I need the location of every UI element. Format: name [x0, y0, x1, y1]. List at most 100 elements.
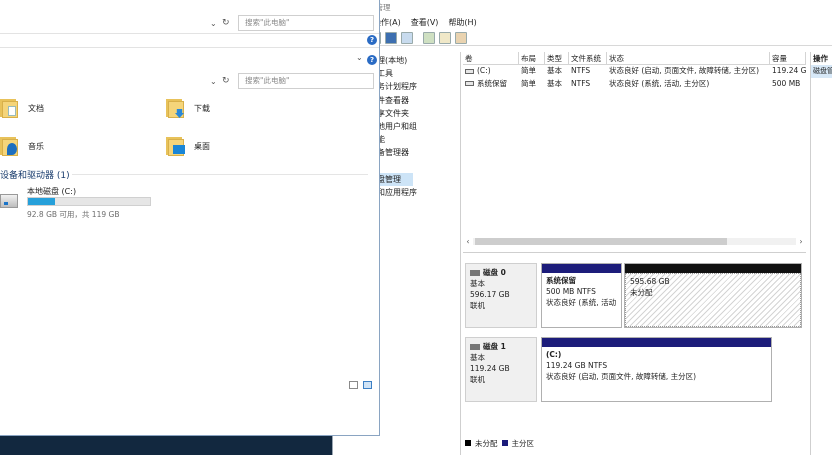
actions-header: 操作	[813, 54, 828, 63]
tree-item-storage[interactable]	[377, 160, 460, 173]
folder-label: 下载	[194, 103, 210, 113]
volume-icon	[465, 68, 474, 74]
explorer-address-row-2: ⌄ ↻ 搜索"此电脑"	[0, 71, 379, 91]
computer-management-window: 计算机管理 操作(A) 查看(V) 帮助(H) 理(本地) 工具 务计划程序 件…	[332, 0, 832, 455]
volume-filesystem: NTFS	[571, 66, 591, 75]
volume-filesystem: NTFS	[571, 78, 591, 88]
edit-toolbar-icon[interactable]	[423, 31, 435, 44]
volume-row[interactable]: 系统保留 简单 基本 NTFS 状态良好 (系统, 活动, 主分区) 500 M…	[463, 78, 806, 91]
volume-horizontal-scrollbar[interactable]: ‹ ›	[463, 236, 806, 246]
drive-usage-bar	[27, 197, 151, 206]
refresh-icon[interactable]: ↻	[222, 18, 230, 28]
search-input[interactable]: 搜索"此电脑"	[238, 15, 374, 31]
folder-desktop[interactable]: 桌面	[166, 135, 210, 157]
col-status[interactable]: 状态	[607, 52, 770, 64]
folder-music[interactable]: 音乐	[0, 135, 44, 157]
actions-disk-management[interactable]: 磁盘管	[811, 65, 832, 78]
tree-item-system-tools[interactable]: 工具	[377, 67, 460, 80]
volume-row[interactable]: (C:) 简单 基本 NTFS 状态良好 (启动, 页面文件, 故障转储, 主分…	[463, 65, 806, 78]
drive-name: 本地磁盘 (C:)	[27, 187, 77, 196]
partition-status: 状态良好 (启动, 页面文件, 故障转储, 主分区)	[546, 372, 697, 381]
disk-graphical-view: 磁盘 0 基本 596.17 GB 联机 系统保留 500 MB NTFS 状态…	[463, 252, 806, 440]
col-type[interactable]: 类型	[545, 52, 569, 64]
partition-c-drive[interactable]: (C:) 119.24 GB NTFS 状态良好 (启动, 页面文件, 故障转储…	[541, 337, 772, 402]
tree-item-event-viewer[interactable]: 件查看器	[377, 94, 460, 107]
cm-toolbar	[333, 30, 832, 46]
chevron-down-icon[interactable]: ⌄	[356, 53, 363, 62]
tree-item-services[interactable]: 和应用程序	[377, 186, 460, 199]
partition-size: 119.24 GB NTFS	[546, 361, 608, 370]
legend-unallocated: 未分配	[475, 438, 498, 448]
tree-item-performance[interactable]: 能	[377, 133, 460, 146]
tree-item-shared-folders[interactable]: 享文件夹	[377, 107, 460, 120]
volume-name: (C:)	[477, 66, 491, 75]
chevron-down-icon[interactable]: ⌄	[210, 77, 217, 86]
folder-downloads[interactable]: 下载	[166, 97, 210, 119]
desktop-folder-icon	[166, 135, 186, 157]
disk-0-label[interactable]: 磁盘 0 基本 596.17 GB 联机	[465, 263, 537, 328]
partition-size: 500 MB NTFS	[546, 287, 596, 296]
folder-label: 音乐	[28, 141, 44, 151]
scroll-thumb[interactable]	[475, 237, 727, 245]
chevron-down-icon[interactable]: ⌄	[210, 19, 217, 28]
refresh-icon[interactable]: ↻	[222, 76, 230, 86]
wizard-toolbar-icon[interactable]	[455, 31, 467, 44]
disk-size: 119.24 GB	[470, 364, 510, 373]
help-toolbar-icon[interactable]	[385, 31, 397, 44]
partition-unallocated[interactable]: 595.68 GB 未分配	[624, 263, 802, 328]
col-layout[interactable]: 布局	[519, 52, 545, 64]
disk-type: 基本	[470, 279, 485, 288]
col-filesystem[interactable]: 文件系统	[569, 52, 607, 64]
drive-usage-fill	[28, 198, 55, 205]
view-toolbar-icon[interactable]	[401, 31, 413, 44]
details-view-icon[interactable]	[349, 381, 358, 389]
partition-bar	[625, 264, 801, 273]
menu-help[interactable]: 帮助(H)	[448, 17, 476, 28]
large-icons-view-icon[interactable]	[363, 381, 372, 389]
open-toolbar-icon[interactable]	[439, 31, 451, 44]
search-input[interactable]: 搜索"此电脑"	[238, 73, 374, 89]
help-icon[interactable]: ?	[367, 35, 377, 45]
partition-bar	[542, 338, 771, 347]
partition-size: 595.68 GB	[630, 277, 670, 286]
view-switcher	[349, 381, 372, 389]
partition-bar	[542, 264, 621, 273]
devices-section-title[interactable]: 设备和驱动器 (1)	[0, 168, 70, 181]
disk-state: 联机	[470, 301, 485, 310]
divider	[0, 47, 379, 48]
tree-item-local-users[interactable]: 地用户和组	[377, 120, 460, 133]
disk-name: 磁盘 1	[483, 342, 506, 351]
disk-1-row: 磁盘 1 基本 119.24 GB 联机 (C:) 119.24 GB NTFS…	[465, 337, 805, 402]
drive-c[interactable]: 本地磁盘 (C:) 92.8 GB 可用，共 119 GB	[0, 186, 180, 220]
disk-size: 596.17 GB	[470, 290, 510, 299]
col-volume[interactable]: 卷	[463, 52, 519, 64]
volume-capacity: 500 MB	[772, 78, 801, 88]
partition-status: 状态良好 (系统, 活动	[546, 298, 617, 307]
disk-type: 基本	[470, 353, 485, 362]
disk-0-row: 磁盘 0 基本 596.17 GB 联机 系统保留 500 MB NTFS 状态…	[465, 263, 805, 328]
volume-type: 基本	[547, 66, 562, 75]
scroll-track[interactable]	[473, 237, 796, 245]
actions-pane: 操作 磁盘管	[810, 52, 832, 455]
folder-label: 桌面	[194, 141, 210, 151]
folder-documents[interactable]: 文档	[0, 97, 44, 119]
drive-free-space: 92.8 GB 可用，共 119 GB	[27, 210, 120, 219]
file-explorer-window: ⌄ ↻ 搜索"此电脑" ? ⌄ ? ⌄ ↻ 搜索"此电脑" 文档 下载 音乐 桌…	[0, 0, 380, 436]
tree-item-device-manager[interactable]: 备管理器	[377, 146, 460, 159]
scroll-left-icon[interactable]: ‹	[463, 237, 473, 246]
partition-system-reserved[interactable]: 系统保留 500 MB NTFS 状态良好 (系统, 活动	[541, 263, 622, 328]
disk-state: 联机	[470, 375, 485, 384]
music-folder-icon	[0, 135, 20, 157]
scroll-right-icon[interactable]: ›	[796, 237, 806, 246]
volume-name: 系统保留	[477, 78, 507, 88]
hard-drive-icon	[0, 194, 18, 208]
disk-1-label[interactable]: 磁盘 1 基本 119.24 GB 联机	[465, 337, 537, 402]
tree-item-task-scheduler[interactable]: 务计划程序	[377, 80, 460, 93]
disk-management-pane: 卷 布局 类型 文件系统 状态 容量 (C:) 简单 基本 NTFS 状态良好 …	[463, 52, 806, 455]
help-icon[interactable]: ?	[367, 55, 377, 65]
menu-view[interactable]: 查看(V)	[411, 17, 439, 28]
divider	[0, 33, 379, 34]
primary-swatch	[501, 440, 508, 446]
tree-item-root[interactable]: 理(本地)	[377, 54, 460, 67]
col-capacity[interactable]: 容量	[770, 52, 806, 64]
